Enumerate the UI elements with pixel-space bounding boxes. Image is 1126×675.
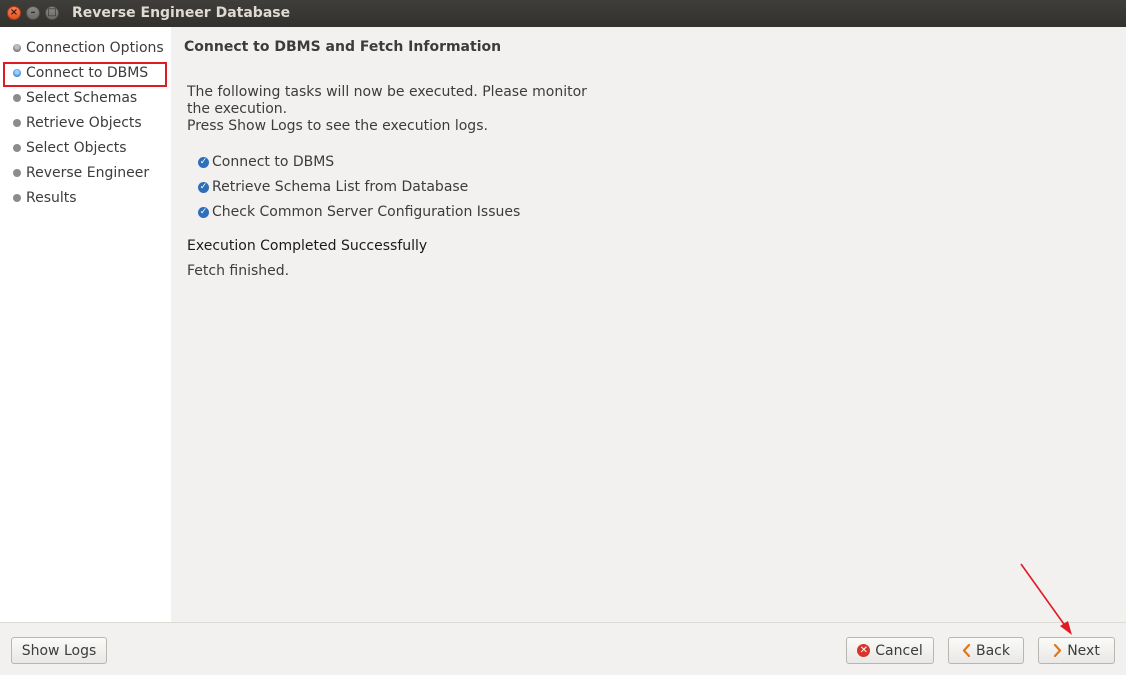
chevron-left-icon bbox=[962, 644, 971, 657]
next-label: Next bbox=[1067, 642, 1100, 659]
show-logs-label: Show Logs bbox=[21, 642, 97, 659]
show-logs-button[interactable]: Show Logs bbox=[11, 637, 107, 664]
step-pending-icon bbox=[13, 94, 21, 102]
step-pending-icon bbox=[13, 119, 21, 127]
step-label: Reverse Engineer bbox=[26, 165, 150, 181]
step-results: Results bbox=[13, 188, 77, 208]
step-label: Retrieve Objects bbox=[26, 115, 142, 131]
minimize-window-icon[interactable]: – bbox=[26, 6, 40, 20]
step-reverse-engineer: Reverse Engineer bbox=[13, 163, 149, 183]
task-item: ✓ Check Common Server Configuration Issu… bbox=[198, 202, 520, 222]
step-pending-icon bbox=[13, 144, 21, 152]
step-label: Connection Options bbox=[26, 40, 164, 56]
step-connection-options: Connection Options bbox=[13, 38, 164, 58]
current-step-highlight bbox=[3, 62, 167, 87]
task-label: Connect to DBMS bbox=[212, 154, 335, 170]
checkmark-icon: ✓ bbox=[198, 206, 209, 218]
chevron-right-icon bbox=[1053, 644, 1062, 657]
description-line: The following tasks will now be executed… bbox=[187, 84, 587, 100]
cancel-button[interactable]: ✕ Cancel bbox=[846, 637, 934, 664]
task-item: ✓ Connect to DBMS bbox=[198, 152, 334, 172]
step-label: Select Objects bbox=[26, 140, 127, 156]
page-title: Connect to DBMS and Fetch Information bbox=[184, 39, 502, 55]
task-item: ✓ Retrieve Schema List from Database bbox=[198, 177, 468, 197]
step-select-objects: Select Objects bbox=[13, 138, 127, 158]
description-line: Press Show Logs to see the execution log… bbox=[187, 118, 488, 134]
description-line: the execution. bbox=[187, 101, 288, 117]
step-pending-icon bbox=[13, 194, 21, 202]
window-titlebar: × – □ Reverse Engineer Database bbox=[0, 0, 1126, 27]
fetch-status: Fetch finished. bbox=[187, 263, 290, 279]
maximize-window-icon[interactable]: □ bbox=[45, 6, 59, 20]
cancel-icon: ✕ bbox=[857, 644, 871, 657]
step-pending-icon bbox=[13, 169, 21, 177]
task-label: Retrieve Schema List from Database bbox=[212, 179, 469, 195]
step-select-schemas: Select Schemas bbox=[13, 88, 137, 108]
task-label: Check Common Server Configuration Issues bbox=[212, 204, 521, 220]
window-title: Reverse Engineer Database bbox=[72, 5, 291, 21]
execution-status: Execution Completed Successfully bbox=[187, 238, 428, 254]
back-button[interactable]: Back bbox=[948, 637, 1024, 664]
cancel-label: Cancel bbox=[875, 642, 923, 659]
checkmark-icon: ✓ bbox=[198, 156, 209, 168]
step-done-icon bbox=[13, 44, 21, 52]
step-label: Results bbox=[26, 190, 77, 206]
step-label: Select Schemas bbox=[26, 90, 138, 106]
annotation-arrow-icon bbox=[1020, 563, 1072, 635]
step-retrieve-objects: Retrieve Objects bbox=[13, 113, 142, 133]
back-label: Back bbox=[976, 642, 1010, 659]
checkmark-icon: ✓ bbox=[198, 181, 209, 193]
task-description: The following tasks will now be executed… bbox=[187, 84, 587, 135]
close-window-icon[interactable]: × bbox=[7, 6, 21, 20]
